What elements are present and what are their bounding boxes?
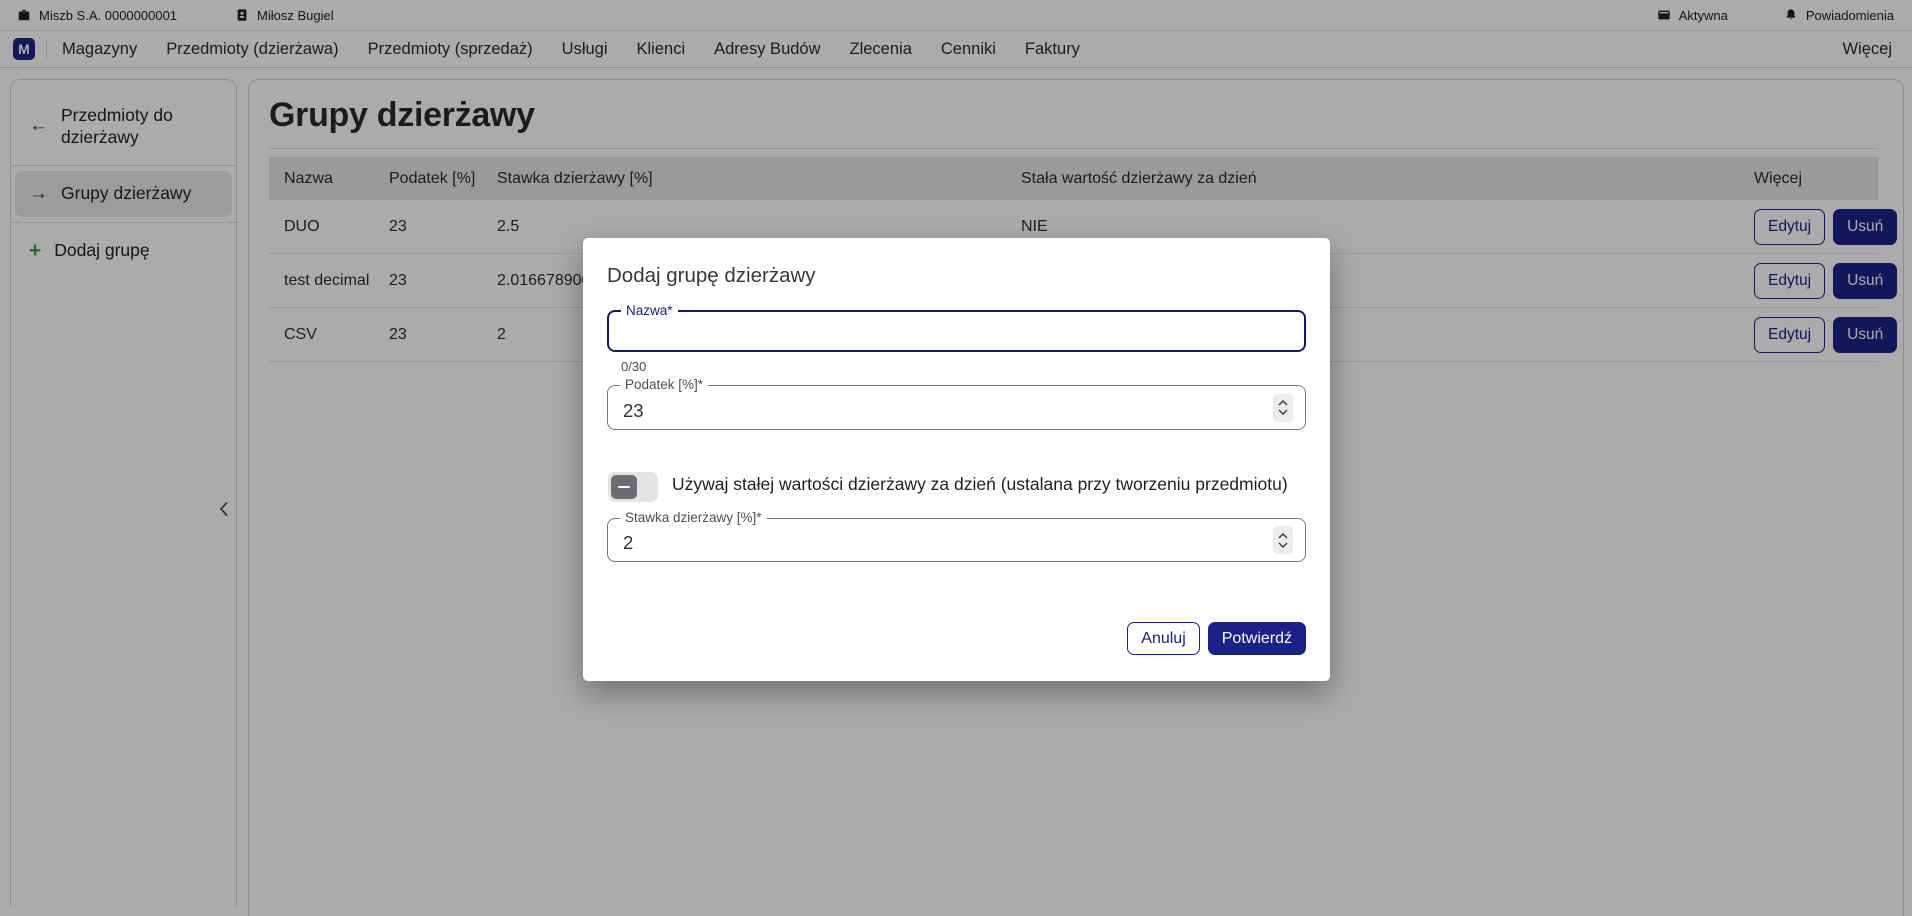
toggle-thumb-icon — [611, 475, 637, 499]
rate-field: Stawka dzierżawy [%]* — [607, 518, 1306, 562]
add-group-dialog: Dodaj grupę dzierżawy Nazwa* 0/30 Podate… — [583, 238, 1330, 681]
char-counter: 0/30 — [621, 359, 646, 374]
number-stepper-icon[interactable] — [1273, 394, 1293, 422]
name-input[interactable] — [609, 312, 1304, 350]
minus-icon — [618, 486, 630, 489]
rate-input[interactable] — [608, 519, 1305, 561]
confirm-button[interactable]: Potwierdź — [1208, 622, 1306, 655]
app-root: Miszb S.A. 0000000001 Miłosz Bugiel Akty… — [0, 0, 1912, 916]
fixed-value-toggle[interactable] — [608, 472, 658, 502]
name-field: Nazwa* — [607, 310, 1306, 352]
tax-input[interactable] — [608, 386, 1305, 429]
tax-field: Podatek [%]* — [607, 385, 1306, 430]
dialog-title: Dodaj grupę dzierżawy — [607, 264, 816, 288]
toggle-label: Używaj stałej wartości dzierżawy za dzie… — [672, 474, 1288, 495]
dialog-actions: Anuluj Potwierdź — [1127, 622, 1306, 655]
cancel-button[interactable]: Anuluj — [1127, 622, 1199, 655]
number-stepper-icon[interactable] — [1273, 526, 1293, 554]
